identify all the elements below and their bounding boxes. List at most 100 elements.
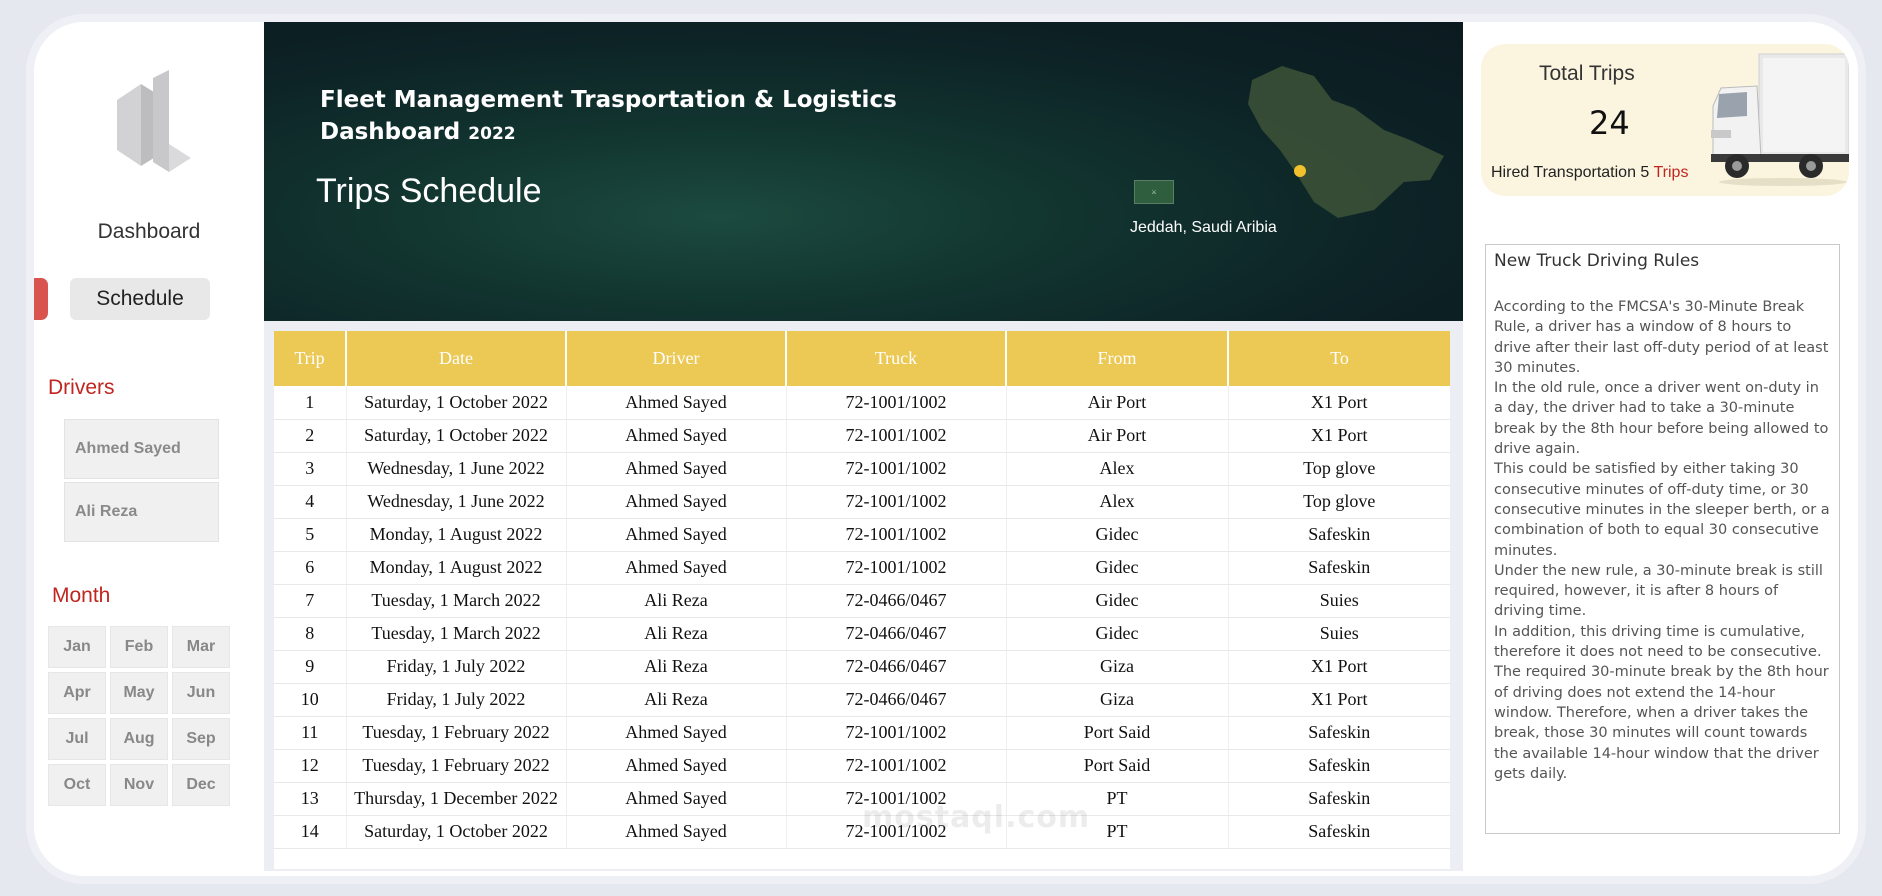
table-cell-driver: Ahmed Sayed [565,782,786,816]
month-filter-nov[interactable]: Nov [110,764,168,806]
table-cell-trip: 3 [274,452,346,486]
table-cell-from: Gidec [1005,518,1228,552]
table-row[interactable]: 1 Saturday, 1 October 2022 Ahmed Sayed 72-1… [274,386,1450,420]
table-cell-to: X1 Port [1227,419,1450,453]
month-filter-feb[interactable]: Feb [110,626,168,668]
table-cell-to: Top glove [1227,485,1450,519]
table-cell-truck: 72-0466/0467 [785,584,1006,618]
table-cell-date: Monday, 1 August 2022 [345,518,566,552]
table-cell-to: X1 Port [1227,650,1450,684]
table-row[interactable]: 9 Friday, 1 July 2022 Ali Reza 72-0466/0467… [274,650,1450,684]
table-cell-from: Gidec [1005,551,1228,585]
table-cell-truck: 72-1001/1002 [785,749,1006,783]
month-filter-sep[interactable]: Sep [172,718,230,760]
title-year: 2022 [468,124,516,144]
table-cell-trip: 1 [274,386,346,420]
table-cell-from: Gidec [1005,584,1228,618]
table-cell-to: X1 Port [1227,683,1450,717]
table-cell-driver: Ahmed Sayed [565,551,786,585]
month-filter-jul[interactable]: Jul [48,718,106,760]
table-cell-date: Monday, 1 August 2022 [345,551,566,585]
location-marker-icon [1294,165,1306,177]
driving-rules-panel: New Truck Driving Rules According to the… [1485,244,1840,834]
column-header-trip[interactable]: Trip [274,331,346,386]
table-cell-truck: 72-1001/1002 [785,485,1006,519]
driver-filter-ahmed-sayed[interactable]: Ahmed Sayed [64,419,219,479]
table-cell-trip: 11 [274,716,346,750]
table-cell-from: Alex [1005,452,1228,486]
column-header-to[interactable]: To [1227,331,1450,386]
table-row[interactable]: 7 Tuesday, 1 March 2022 Ali Reza 72-0466/04… [274,584,1450,618]
table-cell-date: Friday, 1 July 2022 [345,683,566,717]
table-cell-truck: 72-0466/0467 [785,650,1006,684]
table-cell-driver: Ahmed Sayed [565,485,786,519]
table-cell-to: Safeskin [1227,716,1450,750]
trips-table-scroll[interactable]: Trip Date Driver Truck From To 1 Saturday… [274,331,1450,869]
table-cell-date: Wednesday, 1 June 2022 [345,452,566,486]
table-row[interactable]: 4 Wednesday, 1 June 2022 Ahmed Sayed 72-100… [274,485,1450,519]
month-filter-dec[interactable]: Dec [172,764,230,806]
table-cell-from: Port Said [1005,749,1228,783]
table-row[interactable]: 2 Saturday, 1 October 2022 Ahmed Sayed 72-1… [274,419,1450,453]
table-cell-truck: 72-1001/1002 [785,518,1006,552]
watermark-text: mostaql.com [862,800,1091,835]
total-trips-value: 24 [1589,104,1630,142]
table-cell-to: Top glove [1227,452,1450,486]
month-filter-mar[interactable]: Mar [172,626,230,668]
table-cell-trip: 12 [274,749,346,783]
table-cell-from: Alex [1005,485,1228,519]
table-cell-truck: 72-0466/0467 [785,683,1006,717]
driving-rules-title: New Truck Driving Rules [1494,251,1700,271]
table-cell-trip: 5 [274,518,346,552]
total-trips-card: Total Trips 24 Hired Transportation 5 Tr… [1481,44,1849,196]
table-cell-to: Safeskin [1227,518,1450,552]
table-cell-driver: Ahmed Sayed [565,419,786,453]
table-cell-truck: 72-1001/1002 [785,716,1006,750]
driver-filter-ali-reza[interactable]: Ali Reza [64,482,219,542]
table-cell-trip: 9 [274,650,346,684]
table-cell-driver: Ali Reza [565,584,786,618]
column-header-from[interactable]: From [1005,331,1228,386]
table-cell-to: Safeskin [1227,815,1450,849]
table-cell-driver: Ali Reza [565,617,786,651]
table-row[interactable]: 3 Wednesday, 1 June 2022 Ahmed Sayed 72-100… [274,452,1450,486]
trips-table: Trip Date Driver Truck From To 1 Saturday… [274,331,1450,849]
month-filter-jan[interactable]: Jan [48,626,106,668]
nav-dashboard[interactable]: Dashboard [34,220,264,244]
table-cell-date: Tuesday, 1 February 2022 [345,716,566,750]
table-cell-to: X1 Port [1227,386,1450,420]
table-cell-trip: 14 [274,815,346,849]
table-row[interactable]: 11 Tuesday, 1 February 2022 Ahmed Sayed 72-… [274,716,1450,750]
month-filter-aug[interactable]: Aug [110,718,168,760]
table-cell-date: Tuesday, 1 March 2022 [345,584,566,618]
table-row[interactable]: 6 Monday, 1 August 2022 Ahmed Sayed 72-1001… [274,551,1450,585]
month-filter-oct[interactable]: Oct [48,764,106,806]
trips-table-container: Trip Date Driver Truck From To 1 Saturday… [264,321,1463,871]
month-filter-may[interactable]: May [110,672,168,714]
table-cell-trip: 6 [274,551,346,585]
table-body: 1 Saturday, 1 October 2022 Ahmed Sayed 72-1… [274,386,1450,849]
column-header-driver[interactable]: Driver [565,331,786,386]
app-frame: Dashboard Schedule Drivers Ahmed Sayed A… [26,14,1866,884]
table-cell-date: Saturday, 1 October 2022 [345,815,566,849]
column-header-truck[interactable]: Truck [785,331,1006,386]
table-row[interactable]: 10 Friday, 1 July 2022 Ali Reza 72-0466/046… [274,683,1450,717]
table-row[interactable]: 8 Tuesday, 1 March 2022 Ali Reza 72-0466/04… [274,617,1450,651]
truck-icon [1711,53,1849,186]
month-filter-apr[interactable]: Apr [48,672,106,714]
table-cell-date: Tuesday, 1 March 2022 [345,617,566,651]
table-row[interactable]: 5 Monday, 1 August 2022 Ahmed Sayed 72-1001… [274,518,1450,552]
table-row[interactable]: 12 Tuesday, 1 February 2022 Ahmed Sayed 72-… [274,749,1450,783]
column-header-date[interactable]: Date [345,331,566,386]
sidebar: Dashboard Schedule Drivers Ahmed Sayed A… [34,22,264,876]
table-cell-to: Safeskin [1227,782,1450,816]
table-cell-trip: 7 [274,584,346,618]
month-filter-jun[interactable]: Jun [172,672,230,714]
table-cell-date: Wednesday, 1 June 2022 [345,485,566,519]
table-cell-date: Saturday, 1 October 2022 [345,419,566,453]
table-cell-truck: 72-1001/1002 [785,551,1006,585]
nav-schedule-button[interactable]: Schedule [70,278,210,320]
table-cell-driver: Ali Reza [565,683,786,717]
table-header-row: Trip Date Driver Truck From To [274,331,1450,386]
hired-label: Hired Transportation [1491,164,1636,181]
